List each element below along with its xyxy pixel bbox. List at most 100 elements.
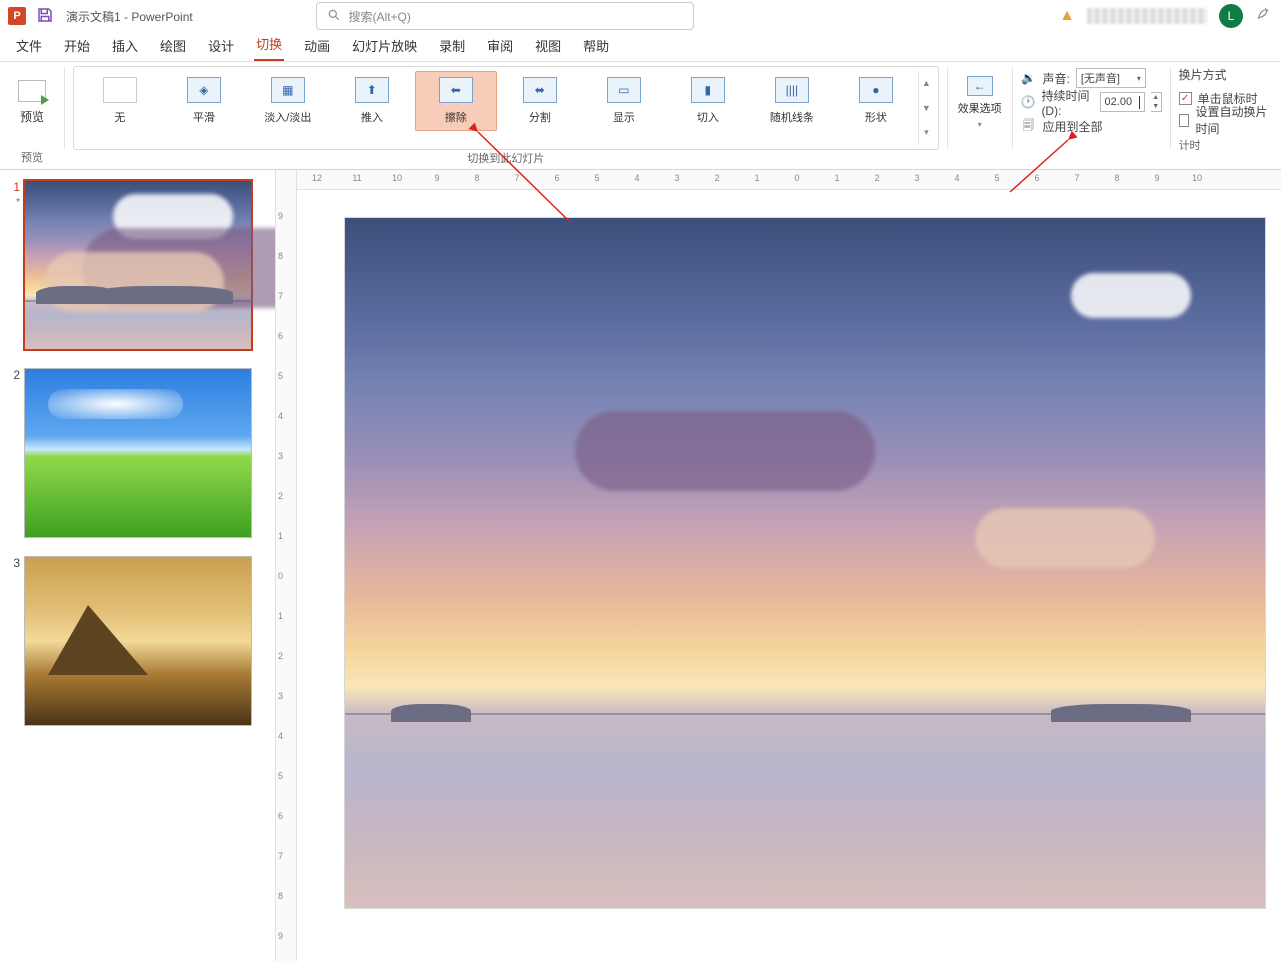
- duration-value: 02.00: [1105, 96, 1133, 108]
- ruler-tick: 6: [554, 173, 559, 183]
- tab-transitions[interactable]: 切换: [254, 30, 284, 61]
- warning-icon[interactable]: ▲: [1059, 7, 1075, 25]
- gallery-expand[interactable]: ▾: [919, 120, 934, 145]
- duration-spinner[interactable]: ▲ ▼: [1151, 92, 1162, 112]
- editor-area: 1* 2 3 9876543210123456789 1211109876543…: [0, 170, 1281, 961]
- search-input[interactable]: 搜索(Alt+Q): [316, 2, 694, 30]
- ruler-tick: 9: [434, 173, 439, 183]
- slide-canvas-area: 121110987654321012345678910: [297, 170, 1281, 961]
- tab-file[interactable]: 文件: [14, 32, 44, 61]
- tab-slideshow[interactable]: 幻灯片放映: [350, 32, 419, 61]
- thumbnail-2[interactable]: 2: [6, 368, 269, 538]
- sound-label: 声音:: [1042, 70, 1069, 87]
- tab-help[interactable]: 帮助: [581, 32, 611, 61]
- slide-thumbnails: 1* 2 3: [0, 170, 275, 961]
- transition-morph[interactable]: ◈ 平滑: [163, 71, 245, 131]
- transition-fade[interactable]: ▦淡入/淡出: [247, 71, 329, 131]
- ruler-tick: 9: [1154, 173, 1159, 183]
- transition-gallery: 无 ◈ 平滑 ▦淡入/淡出 ⬆ 推入 ⬅擦除⬌分割 ▭ 显示 ▮切入||||随机线条●形状 ▲ ▼…: [73, 66, 939, 150]
- ruler-tick: 10: [392, 173, 402, 183]
- duration-input[interactable]: 02.00: [1100, 92, 1145, 112]
- ruler-tick: 1: [278, 531, 283, 541]
- tab-insert[interactable]: 插入: [110, 32, 140, 61]
- clock-icon: 🕐: [1020, 95, 1035, 109]
- ruler-tick: 7: [514, 173, 519, 183]
- ruler-tick: 3: [674, 173, 679, 183]
- push-icon: ⬆: [355, 77, 389, 103]
- transition-reveal[interactable]: ▭ 显示: [583, 71, 665, 131]
- gallery-scroll-up[interactable]: ▲: [919, 71, 934, 96]
- spinner-down[interactable]: ▼: [1151, 102, 1161, 111]
- advance-title: 换片方式: [1179, 66, 1273, 83]
- effect-options-label: 效果选项: [958, 100, 1002, 116]
- ruler-tick: 3: [278, 691, 283, 701]
- horizontal-ruler: 121110987654321012345678910: [297, 170, 1281, 190]
- transition-label: 显示: [613, 109, 635, 125]
- transition-none[interactable]: 无: [79, 71, 161, 131]
- preview-group-label: 预览: [21, 149, 43, 167]
- apply-all-icon: 🗐: [1020, 116, 1036, 137]
- tab-record[interactable]: 录制: [437, 32, 467, 61]
- user-name-blurred: [1087, 8, 1207, 24]
- tab-animations[interactable]: 动画: [302, 32, 332, 61]
- gallery-scroll-down[interactable]: ▼: [919, 96, 934, 121]
- shape-icon: ●: [859, 77, 893, 103]
- ruler-tick: 2: [714, 173, 719, 183]
- transition-label: 平滑: [193, 109, 215, 125]
- transition-wipe[interactable]: ⬅擦除: [415, 71, 497, 131]
- tab-design[interactable]: 设计: [206, 32, 236, 61]
- chevron-down-icon: ▾: [1137, 74, 1141, 83]
- thumbnail-3[interactable]: 3: [6, 556, 269, 726]
- transition-cut[interactable]: ▮切入: [667, 71, 749, 131]
- tab-view[interactable]: 视图: [533, 32, 563, 61]
- tab-home[interactable]: 开始: [62, 32, 92, 61]
- sound-select[interactable]: [无声音] ▾: [1076, 68, 1146, 88]
- sound-value: [无声音]: [1081, 70, 1120, 86]
- morph-icon: ◈: [187, 77, 221, 103]
- coming-soon-icon[interactable]: [1255, 5, 1273, 28]
- transition-label: 切入: [697, 109, 719, 125]
- tab-draw[interactable]: 绘图: [158, 32, 188, 61]
- ruler-tick: 11: [352, 173, 361, 183]
- ruler-tick: 6: [278, 331, 283, 341]
- tab-review[interactable]: 审阅: [485, 32, 515, 61]
- ruler-tick: 6: [278, 811, 283, 821]
- random-bars-icon: ||||: [775, 77, 809, 103]
- transition-label: 擦除: [445, 109, 467, 125]
- ruler-tick: 8: [1114, 173, 1119, 183]
- auto-after-label: 设置自动换片时间: [1195, 103, 1273, 137]
- transition-split[interactable]: ⬌分割: [499, 71, 581, 131]
- thumb-number: 3: [13, 556, 20, 570]
- ruler-tick: 0: [794, 173, 799, 183]
- thumbnail-1[interactable]: 1*: [6, 180, 269, 350]
- transition-random-bars[interactable]: ||||随机线条: [751, 71, 833, 131]
- transition-label: 分割: [529, 109, 551, 125]
- effect-options-button[interactable]: ← 效果选项 ▾: [953, 66, 1007, 138]
- apply-to-all[interactable]: 应用到全部: [1042, 118, 1102, 135]
- reveal-icon: ▭: [607, 77, 641, 103]
- ruler-tick: 1: [834, 173, 839, 183]
- ruler-tick: 4: [954, 173, 959, 183]
- ruler-tick: 1: [754, 173, 759, 183]
- auto-after-checkbox[interactable]: [1179, 114, 1190, 127]
- transition-push[interactable]: ⬆ 推入: [331, 71, 413, 131]
- transition-label: 推入: [361, 109, 383, 125]
- spinner-up[interactable]: ▲: [1151, 93, 1161, 102]
- on-click-checkbox[interactable]: ✓: [1179, 92, 1192, 105]
- document-title: 演示文稿1 - PowerPoint: [66, 8, 193, 25]
- text-cursor: [1139, 96, 1140, 109]
- ruler-tick: 8: [474, 173, 479, 183]
- save-icon[interactable]: [36, 6, 54, 27]
- transition-label: 淡入/淡出: [264, 109, 311, 125]
- ruler-tick: 3: [914, 173, 919, 183]
- slide-canvas[interactable]: [345, 218, 1265, 908]
- thumbnail-image-1: [24, 180, 252, 350]
- ruler-tick: 7: [1074, 173, 1079, 183]
- effect-options-icon: ←: [967, 76, 993, 96]
- preview-button[interactable]: 预览: [8, 66, 56, 138]
- transition-shape[interactable]: ●形状: [835, 71, 917, 131]
- sound-icon: 🔉: [1020, 71, 1036, 85]
- slide-image: [345, 218, 1265, 908]
- user-avatar[interactable]: L: [1219, 4, 1243, 28]
- ruler-tick: 9: [278, 931, 283, 941]
